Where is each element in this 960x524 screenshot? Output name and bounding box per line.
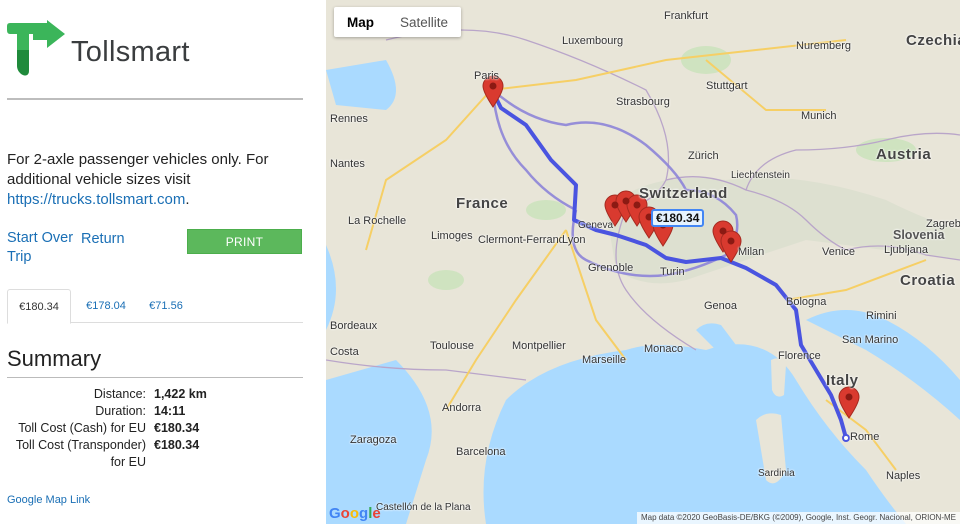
map-label-switzerland: Switzerland bbox=[639, 185, 728, 202]
map-label-france: France bbox=[456, 195, 509, 212]
summary-title: Summary bbox=[7, 346, 102, 371]
map-label-la-rochelle: La Rochelle bbox=[348, 215, 407, 227]
sidebar-panel: Tollsmart For 2-axle passenger vehicles … bbox=[0, 0, 326, 524]
map-label-strasbourg: Strasbourg bbox=[616, 96, 670, 108]
map-label-geneva: Geneva bbox=[578, 220, 614, 231]
summary-row-duration: Duration: 14:11 bbox=[0, 404, 326, 420]
map-canvas bbox=[326, 29, 960, 524]
map-label-italy: Italy bbox=[826, 372, 859, 389]
info-text: For 2-axle passenger vehicles only. For … bbox=[7, 151, 269, 188]
map-label-zurich: Zürich bbox=[688, 150, 719, 162]
map-label-zaragoza: Zaragoza bbox=[350, 434, 397, 446]
map-label-stuttgart: Stuttgart bbox=[706, 80, 748, 92]
toll-transponder-value: €180.34 bbox=[154, 438, 200, 452]
map-label-monaco: Monaco bbox=[644, 343, 684, 355]
map-label-limoges: Limoges bbox=[431, 230, 473, 242]
duration-value: 14:11 bbox=[154, 404, 186, 418]
route-price-badge[interactable]: €180.34 bbox=[651, 209, 705, 227]
map-label-clermont-ferrand: Clermont-Ferrand bbox=[478, 234, 565, 246]
map-label-slovenia: Slovenia bbox=[893, 228, 945, 242]
map-label-ljubljana: Ljubljana bbox=[884, 244, 929, 256]
map-label-milan: Milan bbox=[738, 246, 765, 258]
summary-row-distance: Distance: 1,422 km bbox=[0, 387, 326, 403]
map-label-nuremberg: Nuremberg bbox=[796, 40, 852, 52]
return-trip-link-line2[interactable]: Trip bbox=[7, 249, 31, 265]
duration-label: Duration: bbox=[95, 404, 146, 418]
logo-mark-icon bbox=[7, 20, 69, 80]
map-label-castellon: Castellón de la Plana bbox=[376, 502, 471, 513]
google-logo[interactable]: Google bbox=[329, 505, 381, 522]
map-label-san-marino: San Marino bbox=[842, 334, 899, 346]
summary-row-toll-cash: Toll Cost (Cash) for EU €180.34 bbox=[0, 421, 326, 437]
return-trip-link[interactable]: Return bbox=[81, 230, 131, 249]
toll-cash-value: €180.34 bbox=[154, 421, 200, 435]
tab-route-1[interactable]: €180.34 bbox=[7, 289, 71, 324]
map-label-liechtenstein: Liechtenstein bbox=[731, 170, 790, 181]
map-label-austria: Austria bbox=[876, 146, 932, 163]
map-label-rimini: Rimini bbox=[866, 310, 897, 322]
map-type-map-button[interactable]: Map bbox=[334, 7, 387, 37]
map-label-montpellier: Montpellier bbox=[512, 340, 566, 352]
map-label-barcelona: Barcelona bbox=[456, 446, 506, 458]
map-type-control: Map Satellite bbox=[334, 7, 462, 37]
map-label-rennes: Rennes bbox=[330, 113, 368, 125]
map-label-lyon: Lyon bbox=[562, 234, 586, 246]
start-over-link[interactable]: Start Over bbox=[7, 230, 73, 246]
map-label-naples: Naples bbox=[886, 470, 921, 482]
route-tabs: €180.34 €178.04 €71.56 bbox=[7, 289, 303, 324]
map-label-venice: Venice bbox=[822, 246, 856, 258]
map-label-zagreb: Zagreb bbox=[926, 218, 960, 230]
map-label-costa: Costa bbox=[330, 346, 359, 358]
map-label-florence: Florence bbox=[778, 350, 821, 362]
map-label-czechia: Czechia bbox=[906, 32, 960, 49]
toll-transponder-label-line2: for EU bbox=[110, 455, 146, 469]
summary-row-toll-transponder: Toll Cost (Transponder) €180.34 for EU bbox=[0, 438, 326, 472]
map-label-luxembourg: Luxembourg bbox=[562, 35, 624, 47]
map-label-bordeaux: Bordeaux bbox=[330, 320, 378, 332]
map-label-toulouse: Toulouse bbox=[430, 340, 475, 352]
tollsmart-logo: Tollsmart bbox=[7, 20, 190, 80]
map-label-munich: Munich bbox=[801, 110, 837, 122]
map-label-nantes: Nantes bbox=[330, 158, 365, 170]
google-map-link[interactable]: Google Map Link bbox=[7, 494, 90, 506]
map-type-satellite-button[interactable]: Satellite bbox=[387, 7, 461, 37]
distance-label: Distance: bbox=[93, 387, 146, 401]
map-label-sardinia: Sardinia bbox=[758, 468, 795, 479]
map-label-grenoble: Grenoble bbox=[588, 262, 634, 274]
map-label-marseille: Marseille bbox=[582, 354, 627, 366]
toll-transponder-label: Toll Cost (Transponder) bbox=[15, 438, 146, 452]
map-label-paris: Paris bbox=[474, 70, 500, 82]
tab-route-3[interactable]: €71.56 bbox=[141, 289, 191, 323]
trucks-link[interactable]: https://trucks.tollsmart.com bbox=[7, 191, 185, 208]
divider bbox=[7, 377, 303, 378]
map-attribution[interactable]: Map data ©2020 GeoBasis-DE/BKG (©2009), … bbox=[636, 512, 960, 524]
map-label-andorra: Andorra bbox=[442, 402, 482, 414]
info-suffix: . bbox=[185, 191, 190, 208]
toll-cash-label: Toll Cost (Cash) for EU bbox=[18, 421, 146, 435]
brand-name: Tollsmart bbox=[71, 35, 190, 68]
print-button[interactable]: PRINT bbox=[187, 229, 302, 254]
map-label-frankfurt: Frankfurt bbox=[664, 10, 709, 22]
vehicle-info: For 2-axle passenger vehicles only. For … bbox=[7, 150, 307, 210]
map-label-genoa: Genoa bbox=[704, 300, 738, 312]
map-label-turin: Turin bbox=[660, 266, 685, 278]
divider bbox=[7, 98, 303, 100]
distance-value: 1,422 km bbox=[154, 387, 207, 401]
route-map[interactable]: Map Satellite France Switzerland Italy A… bbox=[326, 0, 960, 524]
tab-route-2[interactable]: €178.04 bbox=[79, 289, 133, 323]
map-label-bologna: Bologna bbox=[786, 296, 827, 308]
map-label-rome: Rome bbox=[850, 431, 880, 443]
map-label-croatia: Croatia bbox=[900, 272, 956, 289]
